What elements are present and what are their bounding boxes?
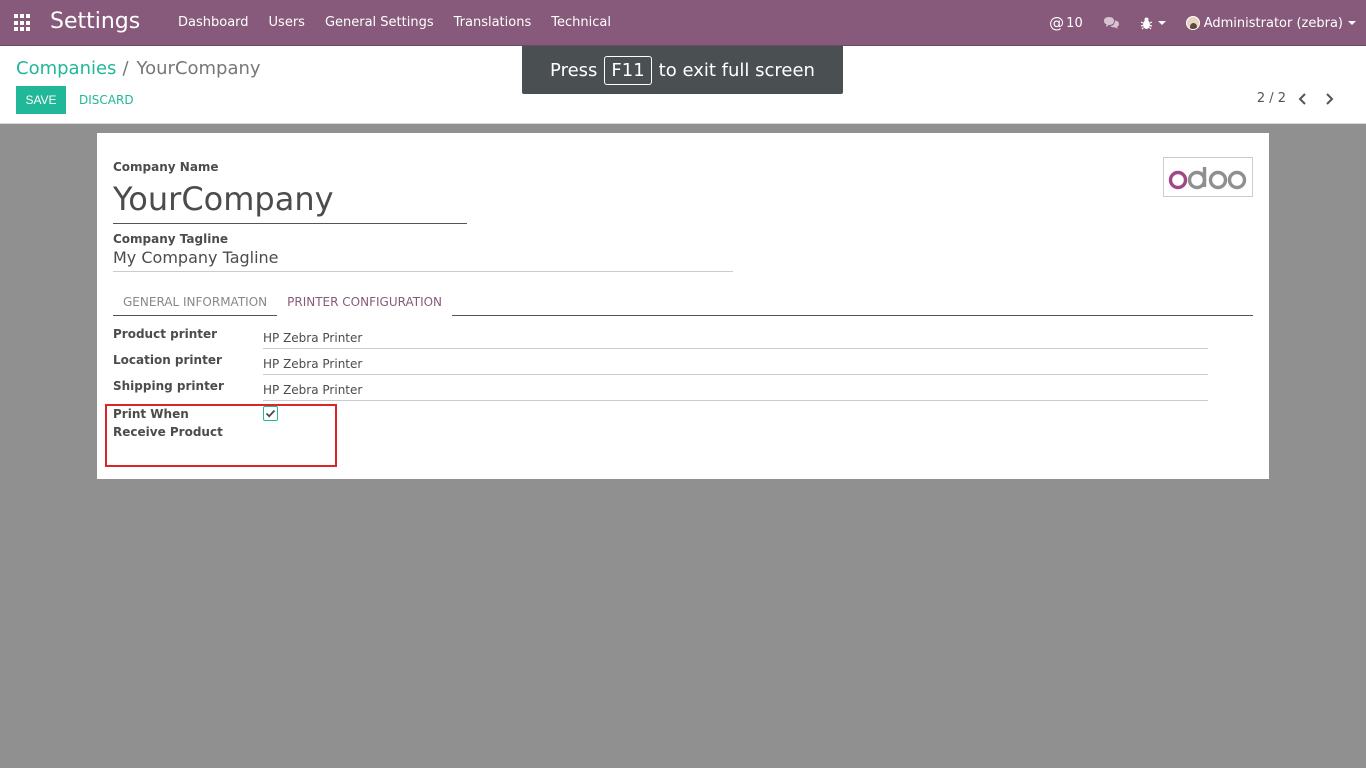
- product-printer-row: Product printer HP Zebra Printer: [113, 327, 1208, 349]
- tab-general-information[interactable]: GENERAL INFORMATION: [113, 291, 277, 315]
- user-menu[interactable]: Administrator (zebra): [1185, 15, 1356, 31]
- app-title: Settings: [50, 9, 141, 34]
- annotation-highlight-box: [105, 404, 337, 467]
- form-sheet: Company Name YourCompany Company Tagline…: [97, 133, 1269, 479]
- location-printer-field[interactable]: HP Zebra Printer: [263, 353, 1208, 375]
- chevron-right-icon[interactable]: [1322, 92, 1336, 106]
- chevron-down-icon: [1157, 21, 1166, 25]
- shipping-printer-label: Shipping printer: [113, 379, 224, 393]
- breadcrumb-separator: /: [122, 58, 129, 79]
- menu-item-translations[interactable]: Translations: [444, 0, 542, 46]
- top-navbar: Settings Dashboard Users General Setting…: [0, 0, 1366, 46]
- save-button[interactable]: SAVE: [16, 86, 66, 114]
- odoo-logo-icon: [1168, 167, 1247, 190]
- chevron-down-icon: [1348, 21, 1356, 25]
- company-name-label: Company Name: [113, 160, 219, 174]
- avatar: [1185, 16, 1200, 30]
- systray: @ 10 Administrator (zebra): [1029, 0, 1356, 46]
- shipping-printer-row: Shipping printer HP Zebra Printer: [113, 379, 1208, 401]
- company-name-input[interactable]: YourCompany: [113, 179, 467, 224]
- company-tagline-input[interactable]: My Company Tagline: [113, 248, 733, 272]
- location-printer-label: Location printer: [113, 353, 222, 367]
- apps-grid-icon[interactable]: [14, 14, 32, 32]
- toast-key: F11: [604, 55, 652, 85]
- main-menu: Dashboard Users General Settings Transla…: [168, 0, 621, 46]
- user-name: Administrator (zebra): [1203, 15, 1343, 31]
- menu-item-technical[interactable]: Technical: [541, 0, 621, 46]
- fullscreen-toast: Press F11 to exit full screen: [522, 46, 843, 94]
- location-printer-row: Location printer HP Zebra Printer: [113, 353, 1208, 375]
- breadcrumb-companies[interactable]: Companies: [16, 58, 116, 79]
- menu-item-dashboard[interactable]: Dashboard: [168, 0, 259, 46]
- debug-menu-button[interactable]: [1140, 17, 1166, 30]
- breadcrumb: Companies / YourCompany: [16, 58, 261, 79]
- menu-item-users[interactable]: Users: [259, 0, 315, 46]
- form-tabs: GENERAL INFORMATION PRINTER CONFIGURATIO…: [113, 291, 1253, 316]
- company-tagline-label: Company Tagline: [113, 232, 229, 246]
- chevron-left-icon[interactable]: [1296, 92, 1310, 106]
- at-icon: @: [1049, 14, 1065, 32]
- discard-button[interactable]: DISCARD: [74, 86, 139, 114]
- mentions-button[interactable]: @ 10: [1049, 14, 1083, 32]
- chat-icon: [1103, 17, 1119, 29]
- tab-printer-configuration[interactable]: PRINTER CONFIGURATION: [277, 291, 453, 316]
- menu-item-general-settings[interactable]: General Settings: [315, 0, 444, 46]
- mentions-count: 10: [1066, 15, 1083, 31]
- company-logo[interactable]: [1163, 157, 1253, 197]
- product-printer-label: Product printer: [113, 327, 218, 341]
- toast-rest: to exit full screen: [658, 59, 815, 81]
- pager-value: 2 / 2: [1256, 91, 1286, 106]
- breadcrumb-current: YourCompany: [136, 58, 261, 79]
- toast-press: Press: [550, 59, 598, 81]
- chat-button[interactable]: [1103, 16, 1120, 30]
- shipping-printer-field[interactable]: HP Zebra Printer: [263, 379, 1208, 401]
- bug-icon: [1140, 17, 1152, 29]
- product-printer-field[interactable]: HP Zebra Printer: [263, 327, 1208, 349]
